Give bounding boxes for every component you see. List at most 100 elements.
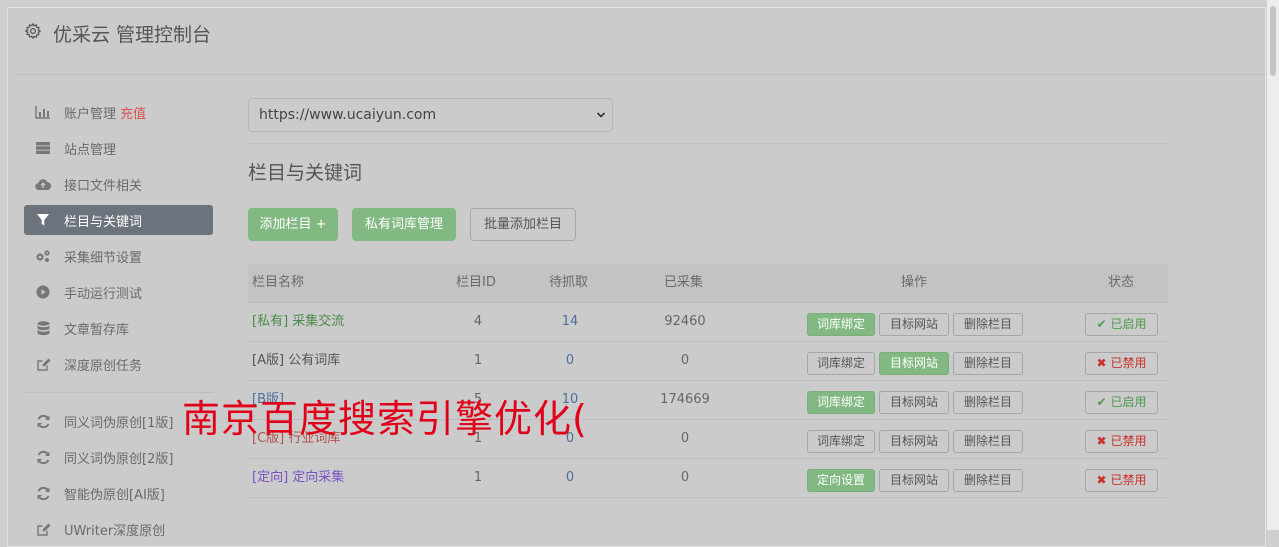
scrollbar-thumb[interactable] [1270, 6, 1276, 76]
site-select[interactable]: https://www.ucaiyun.com [248, 98, 613, 132]
sidebar-item-label: 同义词伪原创[1版] [64, 415, 174, 431]
delete-column-button[interactable]: 删除栏目 [953, 469, 1023, 492]
header-status: 状态 [1108, 275, 1135, 290]
delete-column-button[interactable]: 删除栏目 [953, 391, 1023, 414]
pending-count[interactable]: 0 [553, 458, 587, 497]
sidebar-item-label: 接口文件相关 [64, 178, 143, 194]
add-column-button[interactable]: 添加栏目 + [248, 208, 338, 241]
column-id: 1 [473, 470, 483, 485]
lexicon-bind-button[interactable]: 词库绑定 [807, 391, 875, 414]
edit-icon [35, 356, 51, 372]
collected-count: 0 [680, 470, 690, 485]
sidebar-item-synonym-v2[interactable]: 同义词伪原创[2版] [24, 442, 213, 472]
collected-count: 174669 [660, 392, 710, 407]
table-row: [定向] 定向采集 1 0 0 定向设置 目标网站 删除栏目 ✖ 已禁用 [248, 458, 1168, 498]
gears-icon [35, 248, 51, 264]
column-id: 4 [473, 314, 483, 329]
play-circle-icon [35, 284, 51, 300]
bar-chart-icon [35, 104, 51, 120]
header-id: 栏目ID [456, 275, 496, 290]
divider [248, 143, 1168, 144]
collected-count: 92460 [664, 314, 706, 329]
gear-icon [24, 22, 42, 40]
recharge-link[interactable]: 充值 [120, 103, 146, 122]
table-row: [A版] 公有词库 1 0 0 词库绑定 目标网站 删除栏目 ✖ 已禁用 [248, 341, 1168, 381]
table-header: 栏目名称 栏目ID 待抓取 已采集 操作 状态 [248, 264, 1168, 303]
column-tag: [A版] [252, 353, 285, 368]
lexicon-bind-button[interactable]: 词库绑定 [807, 313, 875, 336]
sidebar-item-deep-original[interactable]: 深度原创任务 [24, 349, 213, 379]
check-icon: ✔ [1096, 395, 1107, 409]
lexicon-bind-button[interactable]: 词库绑定 [807, 430, 875, 453]
sidebar-item-label: 栏目与关键词 [64, 214, 143, 230]
target-site-button[interactable]: 目标网站 [879, 430, 949, 453]
column-name-cell[interactable]: [私有] 采集交流 [252, 302, 344, 341]
column-tag: [私有] [252, 314, 289, 329]
header-actions: 操作 [901, 275, 928, 290]
pending-count[interactable]: 0 [553, 341, 587, 380]
column-tag: [定向] [252, 470, 289, 485]
target-site-button[interactable]: 目标网站 [879, 313, 949, 336]
status-label: 已禁用 [1110, 434, 1147, 448]
column-name: 公有词库 [288, 353, 341, 368]
column-name: 采集交流 [292, 314, 345, 329]
sidebar-item-label: 同义词伪原创[2版] [64, 451, 174, 467]
column-name-cell[interactable]: [A版] 公有词库 [252, 341, 340, 380]
check-icon: ✔ [1096, 317, 1107, 331]
status-toggle[interactable]: ✖ 已禁用 [1085, 430, 1158, 453]
sidebar-item-ai-original[interactable]: 智能伪原创[AI版] [24, 478, 213, 508]
close-icon: ✖ [1096, 434, 1107, 448]
refresh-icon [35, 413, 51, 429]
header-name: 栏目名称 [252, 275, 305, 290]
target-site-button[interactable]: 目标网站 [879, 352, 949, 375]
filter-icon [35, 212, 51, 228]
directed-settings-button[interactable]: 定向设置 [807, 469, 875, 492]
target-site-button[interactable]: 目标网站 [879, 469, 949, 492]
close-icon: ✖ [1096, 356, 1107, 370]
sidebar-item-article-storage[interactable]: 文章暂存库 [24, 313, 213, 343]
column-id: 1 [473, 353, 483, 368]
sidebar-item-label: UWriter深度原创 [64, 523, 166, 539]
status-label: 已禁用 [1110, 356, 1147, 370]
status-toggle[interactable]: ✖ 已禁用 [1085, 352, 1158, 375]
app-title: 优采云 管理控制台 [53, 24, 212, 46]
sidebar-item-collect-settings[interactable]: 采集细节设置 [24, 241, 213, 271]
sidebar-item-interface-files[interactable]: 接口文件相关 [24, 169, 213, 199]
header-pending: 待抓取 [549, 275, 589, 290]
server-icon [35, 140, 51, 156]
status-toggle[interactable]: ✔ 已启用 [1085, 313, 1158, 336]
sidebar-item-label: 智能伪原创[AI版] [64, 487, 165, 503]
delete-column-button[interactable]: 删除栏目 [953, 313, 1023, 336]
status-toggle[interactable]: ✔ 已启用 [1085, 391, 1158, 414]
status-toggle[interactable]: ✖ 已禁用 [1085, 469, 1158, 492]
database-icon [35, 320, 51, 336]
section-title: 栏目与关键词 [248, 162, 363, 184]
delete-column-button[interactable]: 删除栏目 [953, 352, 1023, 375]
sidebar-item-label: 采集细节设置 [64, 250, 143, 266]
close-icon: ✖ [1096, 473, 1107, 487]
target-site-button[interactable]: 目标网站 [879, 391, 949, 414]
pending-count[interactable]: 14 [553, 302, 587, 341]
batch-add-column-button[interactable]: 批量添加栏目 [470, 208, 576, 241]
sidebar-item-account[interactable]: 账户管理 充值 [24, 97, 213, 127]
column-name-cell[interactable]: [定向] 定向采集 [252, 458, 344, 497]
app-header: 优采云 管理控制台 [15, 8, 1265, 75]
sidebar-item-label: 手动运行测试 [64, 286, 143, 302]
sidebar-item-label: 账户管理 [64, 106, 117, 122]
private-lexicon-button[interactable]: 私有词库管理 [352, 208, 456, 241]
sidebar-item-uwriter[interactable]: UWriter深度原创 [24, 514, 213, 544]
site-select-value: https://www.ucaiyun.com [259, 107, 437, 123]
sidebar-item-sites[interactable]: 站点管理 [24, 133, 213, 163]
page-scrollbar[interactable] [1267, 0, 1279, 530]
column-name: 定向采集 [292, 470, 345, 485]
delete-column-button[interactable]: 删除栏目 [953, 430, 1023, 453]
sidebar-item-label: 深度原创任务 [64, 358, 143, 374]
collected-count: 0 [680, 353, 690, 368]
collected-count: 0 [680, 431, 690, 446]
sidebar-item-manual-run[interactable]: 手动运行测试 [24, 277, 213, 307]
refresh-icon [35, 449, 51, 465]
watermark-overlay-text: 南京百度搜索引擎优化( [182, 397, 588, 441]
edit-icon [35, 521, 51, 537]
lexicon-bind-button[interactable]: 词库绑定 [807, 352, 875, 375]
sidebar-item-columns-keywords[interactable]: 栏目与关键词 [24, 205, 213, 235]
